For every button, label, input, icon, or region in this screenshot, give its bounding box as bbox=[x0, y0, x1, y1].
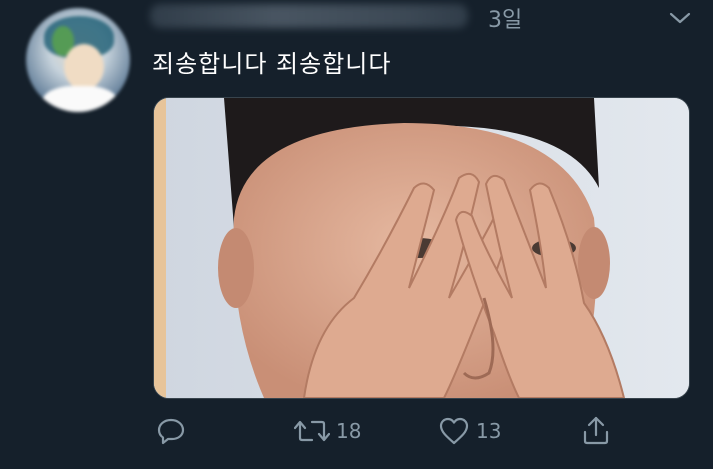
like-count: 13 bbox=[476, 419, 502, 443]
tweet-text: 죄송합니다 죄송합니다 bbox=[152, 50, 392, 78]
chevron-down-icon bbox=[669, 12, 691, 24]
retweet-count: 18 bbox=[336, 419, 362, 443]
like-button[interactable]: 13 bbox=[438, 416, 501, 446]
reply-button[interactable] bbox=[156, 416, 186, 446]
avatar[interactable] bbox=[26, 8, 130, 112]
retweet-button[interactable]: 18 bbox=[294, 416, 361, 446]
tweet-time[interactable]: 3일 bbox=[488, 2, 522, 34]
tweet-media-image[interactable] bbox=[153, 97, 690, 399]
more-options-button[interactable] bbox=[668, 8, 692, 28]
reply-icon bbox=[157, 418, 185, 445]
share-icon bbox=[583, 416, 609, 445]
face-photo bbox=[154, 98, 689, 398]
username-blurred[interactable] bbox=[150, 4, 468, 28]
share-button[interactable] bbox=[581, 414, 611, 446]
retweet-icon bbox=[294, 420, 330, 442]
heart-icon bbox=[439, 417, 469, 445]
